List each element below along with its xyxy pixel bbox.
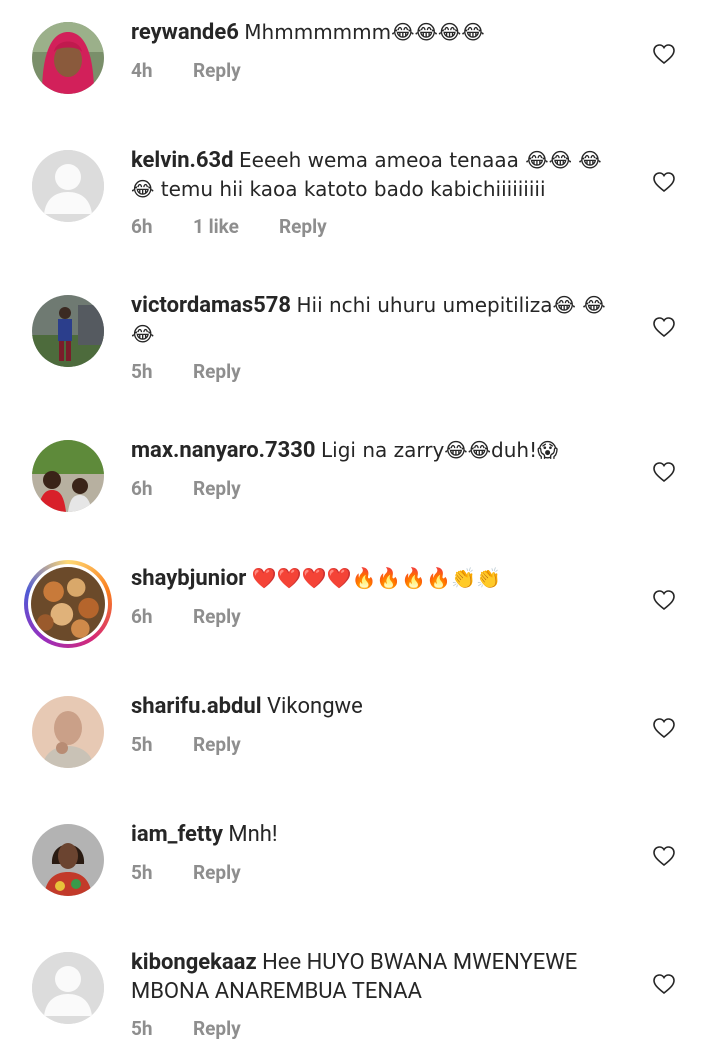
- comment-username[interactable]: kelvin.63d: [131, 148, 234, 173]
- reply-button[interactable]: Reply: [193, 733, 241, 756]
- avatar-image: [32, 440, 104, 512]
- comment-username[interactable]: victordamas578: [131, 293, 291, 318]
- comment-text: Mhmmmmmm😂😂😂😂: [244, 20, 485, 44]
- avatar-with-story-ring[interactable]: [24, 560, 112, 648]
- avatar-image: [32, 295, 104, 367]
- comment-time: 5h: [131, 360, 153, 383]
- comment-time: 5h: [131, 861, 153, 884]
- heart-outline-icon[interactable]: [652, 315, 676, 339]
- heart-outline-icon[interactable]: [652, 42, 676, 66]
- avatar-image: [32, 824, 104, 896]
- comment-text: Ligi na zarry😂😂duh!😱: [321, 438, 558, 462]
- avatar[interactable]: [32, 952, 104, 1024]
- reply-button[interactable]: Reply: [193, 1017, 241, 1040]
- avatar-image: [31, 567, 105, 641]
- comment-username[interactable]: max.nanyaro.7330: [131, 438, 316, 463]
- heart-outline-icon[interactable]: [652, 588, 676, 612]
- comment-time: 6h: [131, 477, 153, 500]
- heart-outline-icon[interactable]: [652, 170, 676, 194]
- avatar-image: [32, 22, 104, 94]
- default-avatar-icon: [32, 952, 104, 1024]
- comment-username[interactable]: kibongekaaz: [131, 950, 257, 975]
- comment-text: ❤️❤️❤️❤️🔥🔥🔥🔥👏👏: [251, 566, 501, 590]
- reply-button[interactable]: Reply: [193, 605, 241, 628]
- avatar[interactable]: [32, 696, 104, 768]
- reply-button[interactable]: Reply: [193, 59, 241, 82]
- comment-text: Mnh!: [228, 822, 278, 847]
- heart-outline-icon[interactable]: [652, 972, 676, 996]
- avatar[interactable]: [32, 150, 104, 222]
- heart-outline-icon[interactable]: [652, 716, 676, 740]
- heart-outline-icon[interactable]: [652, 460, 676, 484]
- default-avatar-icon: [32, 150, 104, 222]
- comment-time: 5h: [131, 1017, 153, 1040]
- reply-button[interactable]: Reply: [279, 215, 327, 238]
- comment-text: Vikongwe: [267, 694, 363, 719]
- avatar[interactable]: [32, 295, 104, 367]
- avatar[interactable]: [32, 22, 104, 94]
- comment-time: 4h: [131, 59, 153, 82]
- comment-username[interactable]: reywande6: [131, 20, 239, 45]
- avatar-image: [32, 696, 104, 768]
- reply-button[interactable]: Reply: [193, 477, 241, 500]
- comment-username[interactable]: iam_fetty: [131, 822, 223, 847]
- comment-username[interactable]: shaybjunior: [131, 566, 246, 591]
- avatar[interactable]: [32, 824, 104, 896]
- reply-button[interactable]: Reply: [193, 360, 241, 383]
- comment-time: 6h: [131, 605, 153, 628]
- comment-likes[interactable]: 1 like: [193, 215, 279, 238]
- comment-time: 6h: [131, 215, 153, 238]
- avatar[interactable]: [32, 440, 104, 512]
- comment-time: 5h: [131, 733, 153, 756]
- heart-outline-icon[interactable]: [652, 844, 676, 868]
- comment-username[interactable]: sharifu.abdul: [131, 694, 262, 719]
- reply-button[interactable]: Reply: [193, 861, 241, 884]
